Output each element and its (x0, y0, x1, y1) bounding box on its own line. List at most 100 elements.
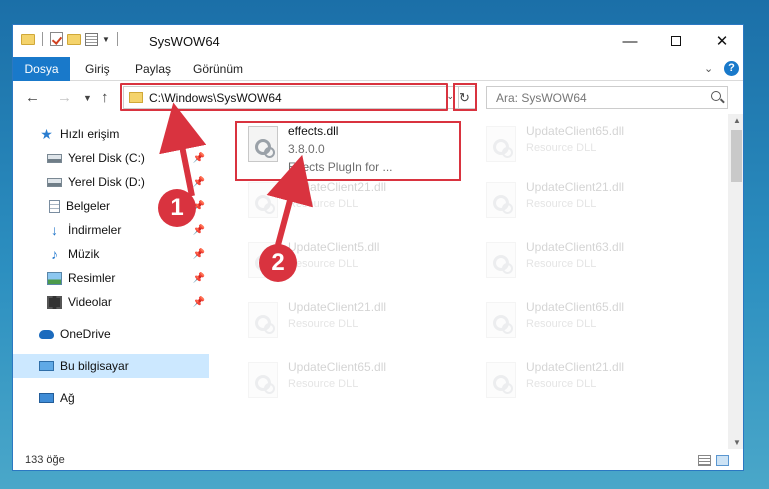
sidebar-item-quick-access[interactable]: ★ Hızlı erişim (13, 122, 209, 146)
file-tile[interactable]: UpdateClient65.dll Resource DLL (240, 356, 464, 416)
navigation-bar: ← → ▼ ↑ C:\Windows\SysWOW64 ⌄ ↻ Ara: Sys… (13, 82, 743, 114)
pin-icon[interactable]: 📌 (193, 177, 205, 188)
tab-view[interactable]: Görünüm (193, 57, 243, 81)
sidebar-item-onedrive[interactable]: OneDrive (13, 322, 209, 346)
file-type: Resource DLL (288, 318, 359, 330)
file-name: UpdateClient21.dll (526, 180, 625, 194)
search-box[interactable]: Ara: SysWOW64 (486, 86, 728, 109)
window-title: SysWOW64 (149, 34, 220, 49)
scrollbar-thumb[interactable] (731, 130, 742, 182)
address-path[interactable]: C:\Windows\SysWOW64 (149, 91, 282, 105)
details-view-icon[interactable] (698, 455, 711, 466)
close-button[interactable]: ✕ (699, 25, 743, 57)
sidebar-item-label: Bu bilgisayar (60, 359, 129, 373)
tab-share[interactable]: Paylaş (135, 57, 171, 81)
file-type: Resource DLL (526, 198, 597, 210)
file-name: UpdateClient5.dll (288, 240, 380, 254)
minimize-icon: — (622, 32, 638, 50)
item-count: 133 öğe (25, 454, 65, 466)
file-name: UpdateClient65.dll (288, 360, 387, 374)
maximize-button[interactable] (653, 25, 699, 57)
search-icon[interactable] (711, 91, 721, 101)
new-folder-icon[interactable] (67, 33, 81, 45)
recent-locations-dropdown-icon[interactable]: ▼ (83, 93, 92, 103)
file-type: Resource DLL (288, 198, 359, 210)
sidebar-item-network[interactable]: Ağ (13, 386, 209, 410)
sidebar-item-pictures[interactable]: Resimler 📌 (13, 266, 209, 290)
file-name: UpdateClient65.dll (526, 300, 625, 314)
file-tile[interactable]: UpdateClient21.dll Resource DLL (240, 296, 464, 356)
file-tile[interactable]: UpdateClient21.dll Resource DLL (478, 176, 702, 236)
dll-file-icon (486, 126, 516, 162)
file-tile[interactable]: UpdateClient21.dll Resource DLL (240, 176, 464, 236)
downloads-icon: ↓ (51, 221, 58, 238)
pin-icon[interactable]: 📌 (193, 153, 205, 164)
maximize-icon (671, 36, 681, 46)
refresh-button[interactable]: ↻ (453, 86, 476, 109)
toolbar-separator (42, 32, 43, 46)
title-bar: ▼ SysWOW64 — ✕ (13, 25, 743, 57)
file-type: Resource DLL (526, 318, 597, 330)
dll-file-icon (248, 126, 278, 162)
documents-icon (49, 199, 60, 213)
tab-home[interactable]: Giriş (85, 57, 110, 81)
file-description: Effects PlugIn for ... (288, 160, 393, 174)
scroll-up-icon[interactable]: ▲ (733, 116, 741, 125)
customize-qat-dropdown-icon[interactable]: ▼ (102, 35, 110, 44)
sidebar-item-label: Ağ (60, 391, 75, 405)
file-name: UpdateClient21.dll (526, 360, 625, 374)
sidebar-item-label: Yerel Disk (D:) (68, 175, 145, 189)
sidebar-item-label: Hızlı erişim (60, 127, 120, 141)
help-icon[interactable]: ? (724, 61, 739, 76)
quick-access-toolbar: ▼ (21, 32, 121, 46)
file-tile[interactable]: UpdateClient65.dll Resource DLL (478, 296, 702, 356)
forward-arrow-icon[interactable]: → (57, 89, 72, 106)
search-input[interactable]: Ara: SysWOW64 (496, 91, 587, 105)
minimize-button[interactable]: — (607, 25, 653, 57)
refresh-icon: ↻ (459, 90, 470, 105)
back-arrow-icon[interactable]: ← (25, 89, 40, 106)
pin-icon[interactable]: 📌 (193, 273, 205, 284)
scroll-down-icon[interactable]: ▼ (733, 438, 741, 447)
view-options-icon[interactable] (85, 32, 98, 46)
tab-file[interactable]: Dosya (13, 57, 70, 81)
pin-icon[interactable]: 📌 (193, 249, 205, 260)
star-icon: ★ (40, 125, 53, 142)
properties-check-icon[interactable] (50, 32, 63, 46)
pictures-icon (47, 271, 62, 285)
toolbar-separator (116, 32, 118, 46)
file-tile-effects-dll[interactable]: effects.dll 3.8.0.0 Effects PlugIn for .… (240, 120, 464, 180)
vertical-scrollbar[interactable]: ▲ ▼ (728, 114, 743, 449)
file-tile[interactable]: UpdateClient63.dll Resource DLL (478, 236, 702, 296)
pin-icon[interactable]: 📌 (193, 225, 205, 236)
file-type: Resource DLL (526, 142, 597, 154)
file-name: effects.dll (288, 124, 339, 138)
up-arrow-icon[interactable]: ↑ (101, 89, 109, 106)
large-icons-view-icon[interactable] (716, 455, 729, 466)
chevron-down-icon[interactable]: ⌄ (704, 62, 713, 75)
sidebar-item-this-pc[interactable]: Bu bilgisayar (13, 354, 209, 378)
file-type: Resource DLL (288, 378, 359, 390)
dll-file-icon (248, 182, 278, 218)
address-bar[interactable]: C:\Windows\SysWOW64 ⌄ (123, 86, 459, 109)
file-name: UpdateClient21.dll (288, 300, 387, 314)
sidebar-item-label: Yerel Disk (C:) (68, 151, 145, 165)
sidebar-item-music[interactable]: ♪ Müzik 📌 (13, 242, 209, 266)
network-icon (39, 393, 54, 403)
sidebar-item-label: Belgeler (66, 199, 111, 213)
computer-icon (39, 361, 54, 371)
sidebar-item-label: OneDrive (60, 327, 111, 341)
sidebar-item-videos[interactable]: Videolar 📌 (13, 290, 209, 314)
callout-badge-1: 1 (158, 189, 196, 227)
music-icon: ♪ (51, 245, 58, 262)
sidebar-item-local-disk-c[interactable]: Yerel Disk (C:) 📌 (13, 146, 209, 170)
dll-file-icon (486, 182, 516, 218)
file-tile[interactable]: UpdateClient21.dll Resource DLL (478, 356, 702, 416)
status-bar: 133 öğe (13, 449, 743, 470)
file-tile[interactable]: UpdateClient65.dll Resource DLL (478, 120, 702, 180)
callout-badge-2: 2 (259, 244, 297, 282)
dll-file-icon (486, 302, 516, 338)
file-name: UpdateClient63.dll (526, 240, 625, 254)
pin-icon[interactable]: 📌 (193, 297, 205, 308)
drive-icon (47, 177, 62, 187)
